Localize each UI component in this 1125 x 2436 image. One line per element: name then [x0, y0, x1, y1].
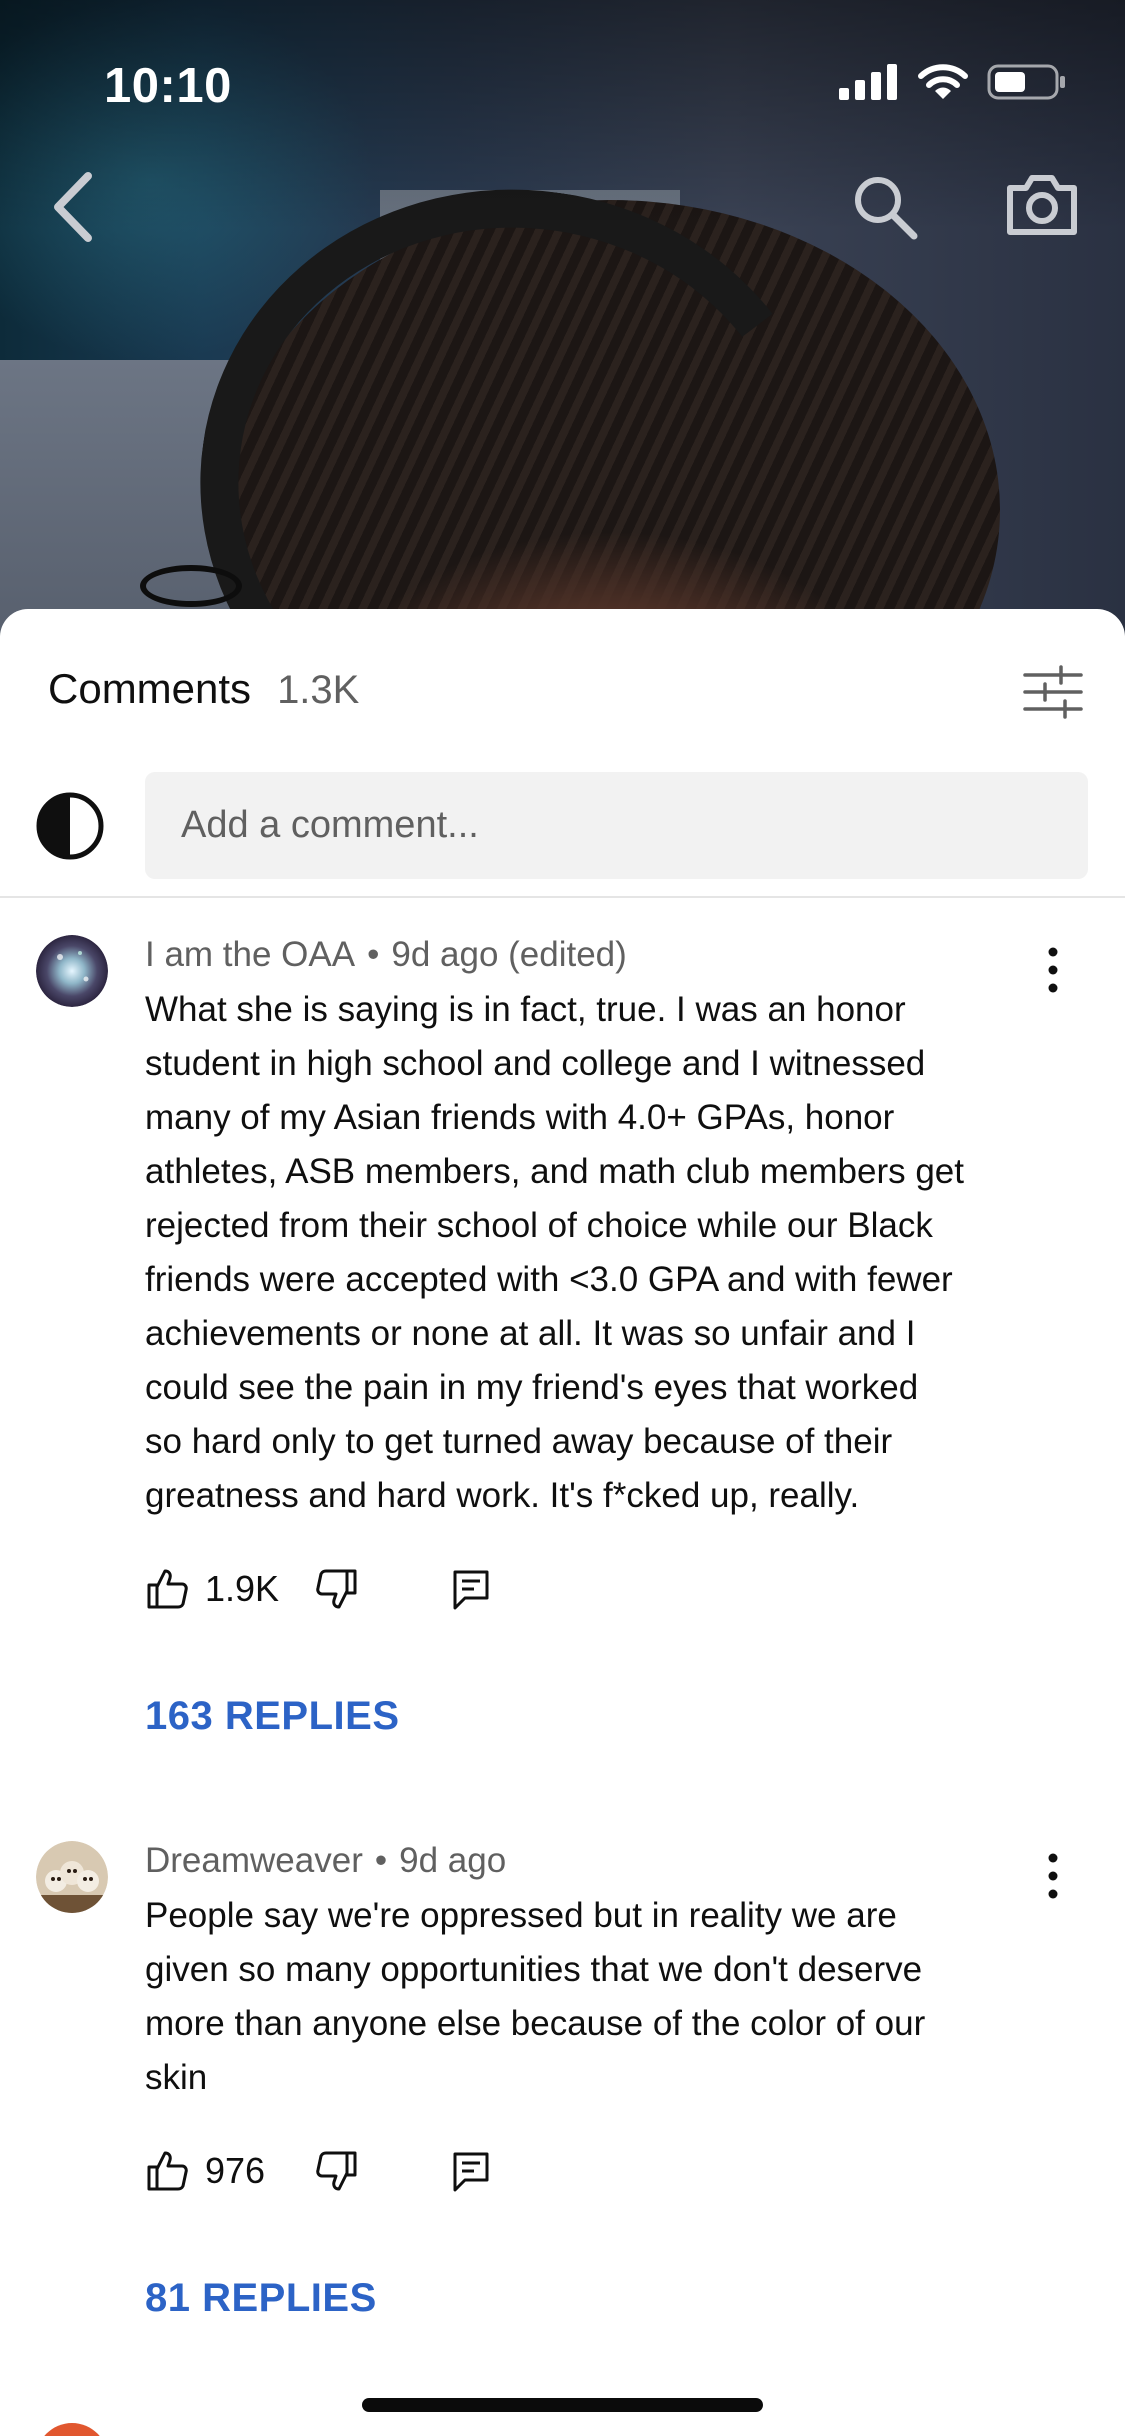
comment-time: 9d ago [399, 1841, 507, 1880]
comment-line: People say we're oppressed but in realit… [145, 1896, 897, 1935]
comment-line: student in high school and college and I… [145, 1044, 926, 1083]
reply-icon[interactable] [451, 1568, 491, 1610]
comments-sheet: Comments 1.3K Add a comment... I am the … [0, 609, 1125, 2436]
add-comment-placeholder: Add a comment... [181, 804, 479, 846]
comment-text: People say we're oppressed but in realit… [145, 1889, 1045, 2105]
commenter-avatar[interactable] [36, 1841, 108, 1913]
comment-meta: Dreamweaver • 9d ago [145, 1841, 506, 1881]
chevron-left-icon[interactable] [44, 170, 104, 244]
like-count: 1.9K [205, 1568, 280, 1609]
comment-meta: I am the OAA • 9d ago (edited) [145, 935, 627, 975]
comment-line: so hard only to get turned away because … [145, 1422, 893, 1461]
comment-line: What she is saying is in fact, true. I w… [145, 990, 906, 1029]
comment-actions: 976 [145, 2149, 491, 2193]
meta-separator: • [367, 935, 380, 974]
video-headphone-cord [140, 565, 242, 607]
comment-line: could see the pain in my friend's eyes t… [145, 1368, 919, 1407]
comments-title: Comments [48, 665, 252, 712]
view-replies-button[interactable]: 81 REPLIES [145, 2276, 377, 2321]
comment-actions: 1.9K [145, 1567, 491, 1611]
comment-author[interactable]: Dreamweaver [145, 1841, 363, 1880]
thumbs-up-icon[interactable] [145, 2149, 189, 2193]
thumbs-up-icon[interactable] [145, 1567, 189, 1611]
comment-author[interactable]: I am the OAA [145, 935, 355, 974]
camera-icon[interactable] [1004, 170, 1080, 240]
search-icon[interactable] [850, 172, 920, 242]
thumbs-down-icon[interactable] [315, 1567, 359, 1611]
user-avatar[interactable] [36, 792, 104, 860]
comments-header: Comments 1.3K [48, 665, 359, 713]
view-replies-button[interactable]: 163 REPLIES [145, 1694, 400, 1739]
comment-line: friends were accepted with <3.0 GPA and … [145, 1260, 953, 1299]
reply-icon[interactable] [451, 2150, 491, 2192]
sliders-icon[interactable] [1023, 663, 1083, 721]
comment-time: 9d ago (edited) [391, 935, 627, 974]
wifi-icon [918, 64, 968, 99]
battery-icon [987, 64, 1065, 100]
status-time: 10:10 [104, 59, 232, 113]
meta-separator: • [374, 1841, 388, 1880]
comments-count: 1.3K [277, 668, 360, 712]
status-icons [839, 62, 1067, 102]
cellular-signal-icon [839, 64, 897, 100]
comment-line: achievements or none at all. It was so u… [145, 1314, 916, 1353]
commenter-avatar[interactable] [36, 2423, 108, 2436]
comment-line: rejected from their school of choice whi… [145, 1206, 933, 1245]
add-comment-input[interactable]: Add a comment... [145, 772, 1088, 879]
comment-line: greatness and hard work. It's f*cked up,… [145, 1476, 860, 1515]
commenter-avatar[interactable] [36, 935, 108, 1007]
comment-text: What she is saying is in fact, true. I w… [145, 983, 1045, 1523]
comment-line: skin [145, 2058, 208, 2097]
comment-line: athletes, ASB members, and math club mem… [145, 1152, 964, 1191]
divider [0, 896, 1125, 898]
like-count: 976 [205, 2150, 266, 2191]
comment-line: given so many opportunities that we don'… [145, 1950, 923, 1989]
comment-line: more than anyone else because of the col… [145, 2004, 926, 2043]
thumbs-down-icon[interactable] [315, 2149, 359, 2193]
home-indicator[interactable] [362, 2398, 763, 2412]
video-top-shade [0, 0, 1125, 230]
comment-line: many of my Asian friends with 4.0+ GPAs,… [145, 1098, 895, 1137]
